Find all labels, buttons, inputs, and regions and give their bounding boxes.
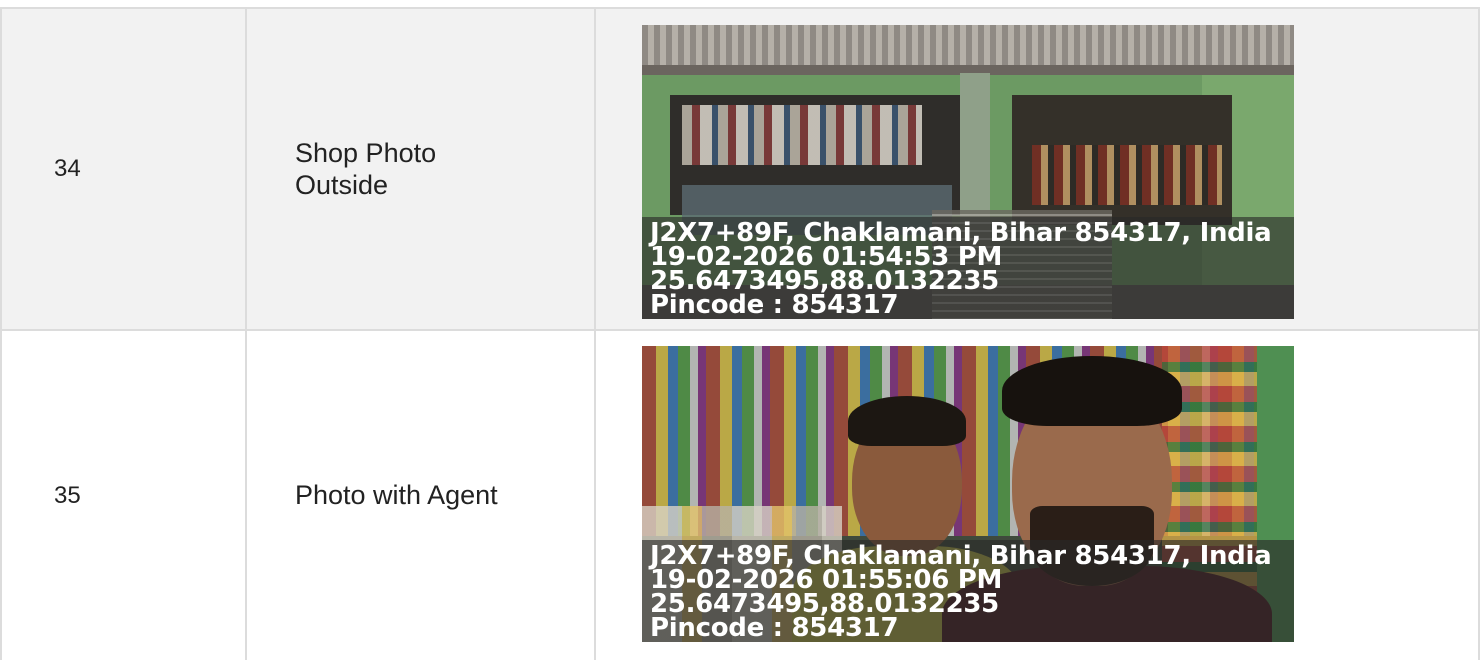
photo-table: 34 Shop Photo Outside J2X7+89F, Chaklama… — [0, 7, 1480, 660]
table-row: 35 Photo with Agent J2X7+89F, Chaklamani… — [0, 329, 1480, 660]
geo-stamp-text: J2X7+89F, Chaklamani, Bihar 854317, Indi… — [650, 220, 1272, 319]
photo-cell: J2X7+89F, Chaklamani, Bihar 854317, Indi… — [594, 329, 1480, 660]
geo-stamp-text: J2X7+89F, Chaklamani, Bihar 854317, Indi… — [650, 543, 1272, 642]
row-label: Shop Photo Outside — [295, 137, 437, 200]
row-label: Photo with Agent — [295, 480, 498, 511]
photo-roof — [642, 25, 1294, 69]
photo-goods-right — [1032, 145, 1222, 205]
row-number: 34 — [0, 7, 247, 331]
photo-goods-left — [682, 105, 922, 165]
photo-with-agent-image[interactable]: J2X7+89F, Chaklamani, Bihar 854317, Indi… — [642, 346, 1294, 642]
geo-stamp: J2X7+89F, Chaklamani, Bihar 854317, Indi… — [642, 217, 1294, 319]
row-label-cell: Shop Photo Outside — [245, 7, 596, 331]
geo-pincode: Pincode : 854317 — [650, 290, 899, 319]
photo-person-left-hair — [848, 396, 966, 446]
row-number: 35 — [0, 329, 247, 660]
table-row: 34 Shop Photo Outside J2X7+89F, Chaklama… — [0, 7, 1480, 331]
photo-person-right-hair — [1002, 356, 1182, 426]
shop-photo-outside-image[interactable]: J2X7+89F, Chaklamani, Bihar 854317, Indi… — [642, 25, 1294, 319]
row-label-cell: Photo with Agent — [245, 329, 596, 660]
photo-cell: J2X7+89F, Chaklamani, Bihar 854317, Indi… — [594, 7, 1480, 331]
geo-pincode: Pincode : 854317 — [650, 613, 899, 642]
geo-stamp: J2X7+89F, Chaklamani, Bihar 854317, Indi… — [642, 540, 1294, 642]
